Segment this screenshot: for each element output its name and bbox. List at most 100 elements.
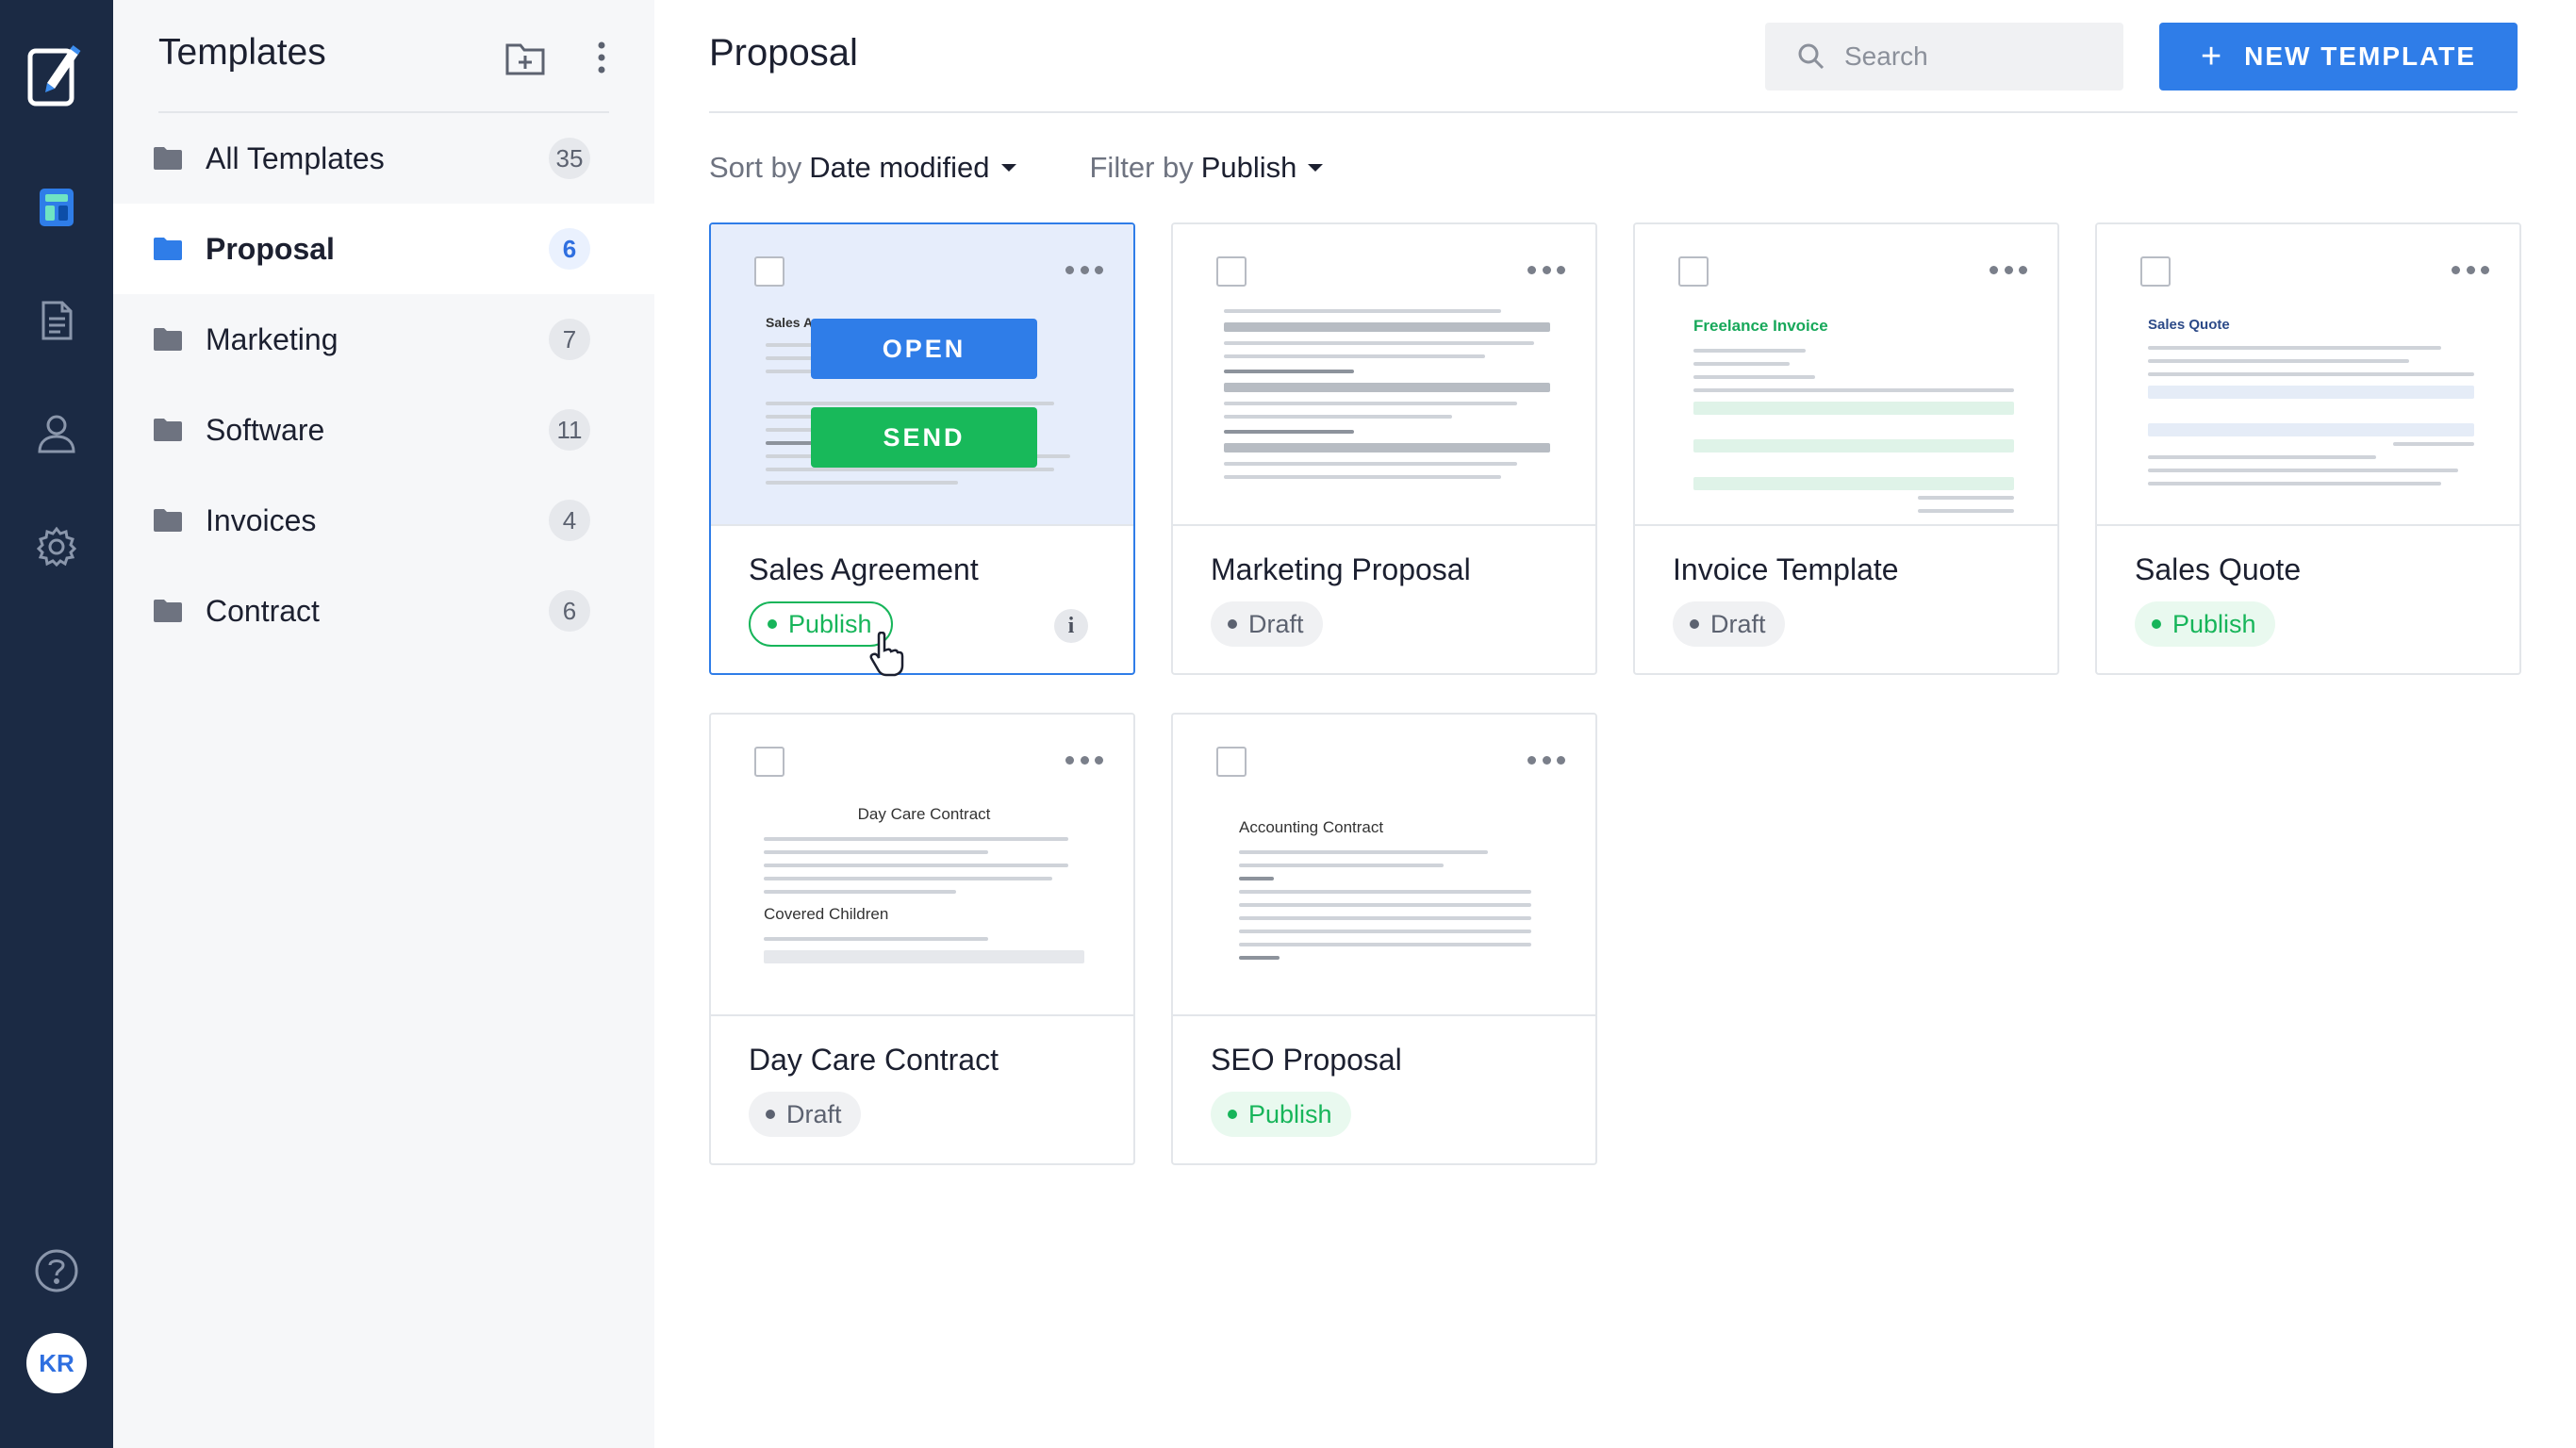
thumb-title: Sales Quote	[2148, 317, 2230, 333]
search-box[interactable]	[1765, 23, 2123, 90]
search-input[interactable]	[1844, 41, 2108, 72]
user-avatar[interactable]: KR	[26, 1333, 87, 1393]
template-thumbnail: Day Care Contract Covered Children	[711, 715, 1133, 1016]
folder-item-marketing[interactable]: Marketing 7	[113, 294, 654, 385]
folder-icon	[154, 419, 182, 441]
card-checkbox[interactable]	[754, 747, 784, 777]
status-badge[interactable]: Draft	[749, 1092, 861, 1137]
contacts-icon[interactable]	[28, 405, 85, 462]
template-card[interactable]: Day Care Contract Covered Children Day C…	[709, 713, 1135, 1165]
sort-dropdown[interactable]: Sort by Date modified	[709, 151, 1016, 185]
more-options-icon[interactable]	[1065, 756, 1103, 769]
caret-down-icon	[1308, 164, 1324, 172]
list-toolbar: Sort by Date modified Filter by Publish	[709, 151, 1396, 185]
status-dot	[766, 1110, 775, 1119]
folder-label: Invoices	[206, 502, 317, 537]
template-name: Sales Agreement	[749, 552, 979, 586]
status-label: Publish	[1248, 1099, 1332, 1128]
thumb-subtitle: Covered Children	[764, 905, 889, 923]
status-label: Draft	[1710, 609, 1766, 638]
folder-icon	[154, 509, 182, 532]
app-logo-icon[interactable]	[26, 38, 83, 113]
folder-label: Software	[206, 412, 325, 447]
status-dot	[2152, 619, 2161, 629]
folder-count: 11	[549, 409, 590, 451]
status-dot	[1228, 1110, 1237, 1119]
status-badge[interactable]: Draft	[1211, 601, 1323, 647]
template-name: Day Care Contract	[749, 1043, 999, 1077]
status-label: Publish	[2172, 609, 2256, 638]
template-name: Marketing Proposal	[1211, 552, 1471, 586]
template-thumbnail: Sales Quote	[2097, 224, 2519, 526]
status-badge[interactable]: Publish	[2135, 601, 2275, 647]
filter-dropdown[interactable]: Filter by Publish	[1090, 151, 1324, 185]
sort-prefix: Sort by	[709, 151, 802, 184]
more-options-icon[interactable]	[1527, 266, 1565, 279]
caret-down-icon	[1000, 164, 1016, 172]
status-dot	[1228, 619, 1237, 629]
add-folder-icon[interactable]	[504, 36, 547, 79]
folder-count: 4	[549, 500, 590, 541]
folder-item-invoices[interactable]: Invoices 4	[113, 475, 654, 566]
card-checkbox[interactable]	[2140, 256, 2171, 287]
folder-icon	[154, 600, 182, 622]
open-button[interactable]: OPEN	[811, 319, 1037, 379]
template-thumbnail: Freelance Invoice	[1635, 224, 2057, 526]
status-dot	[768, 619, 777, 629]
folder-label: All Templates	[206, 140, 385, 175]
folder-label: Contract	[206, 593, 320, 628]
template-card[interactable]: Freelance Invoice Invoice Template Draft	[1633, 222, 2059, 675]
status-label: Draft	[1248, 609, 1304, 638]
help-icon[interactable]	[28, 1242, 85, 1299]
new-template-button[interactable]: + NEW TEMPLATE	[2159, 23, 2518, 90]
template-thumbnail	[1173, 224, 1595, 526]
more-options-icon[interactable]	[1990, 266, 2027, 279]
card-checkbox[interactable]	[1216, 256, 1247, 287]
template-card[interactable]: Marketing Proposal Draft	[1171, 222, 1597, 675]
documents-icon[interactable]	[28, 292, 85, 349]
new-template-label: NEW TEMPLATE	[2244, 41, 2477, 71]
template-thumbnail: Sales A OPEN SEND	[711, 224, 1133, 526]
folder-label: Proposal	[206, 231, 335, 266]
card-checkbox[interactable]	[1678, 256, 1709, 287]
template-name: SEO Proposal	[1211, 1043, 1402, 1077]
more-options-icon[interactable]	[1527, 756, 1565, 769]
plus-icon: +	[2200, 36, 2224, 76]
folder-list: All Templates 35 Proposal 6 Marketing 7 …	[113, 113, 654, 656]
folder-item-contract[interactable]: Contract 6	[113, 566, 654, 656]
header-divider	[709, 111, 2518, 113]
sidebar-title: Templates	[158, 32, 326, 73]
folder-sidebar: Templates All Templates 35 Proposal 6 Ma…	[113, 0, 654, 1448]
folder-item-proposal[interactable]: Proposal 6	[113, 204, 654, 294]
template-card[interactable]: Sales A OPEN SEND Sales Agreement Publis…	[709, 222, 1135, 675]
thumb-title: Accounting Contract	[1239, 818, 1384, 836]
info-icon[interactable]: i	[1054, 609, 1088, 643]
card-checkbox[interactable]	[1216, 747, 1247, 777]
status-label: Publish	[788, 609, 872, 638]
card-checkbox[interactable]	[754, 256, 784, 287]
template-thumbnail: Accounting Contract	[1173, 715, 1595, 1016]
folder-count: 35	[549, 138, 590, 179]
template-card[interactable]: Sales Quote Sales Quote Publish	[2095, 222, 2521, 675]
search-icon	[1798, 43, 1825, 70]
status-badge[interactable]: Publish	[1211, 1092, 1351, 1137]
folder-count: 7	[549, 319, 590, 360]
template-name: Invoice Template	[1673, 552, 1899, 586]
sidebar-more-icon[interactable]	[585, 36, 619, 79]
send-button[interactable]: SEND	[811, 407, 1037, 468]
filter-value: Publish	[1200, 151, 1297, 184]
more-options-icon[interactable]	[1065, 266, 1103, 279]
settings-icon[interactable]	[28, 518, 85, 575]
templates-icon[interactable]	[28, 179, 85, 236]
status-badge[interactable]: Draft	[1673, 601, 1785, 647]
sort-value: Date modified	[809, 151, 990, 184]
thumb-title: Freelance Invoice	[1693, 317, 1828, 335]
folder-icon	[154, 238, 182, 260]
folder-item-software[interactable]: Software 11	[113, 385, 654, 475]
folder-icon	[154, 147, 182, 170]
template-name: Sales Quote	[2135, 552, 2302, 586]
template-card[interactable]: Accounting Contract SEO Proposal Publish	[1171, 713, 1597, 1165]
folder-item-all-templates[interactable]: All Templates 35	[113, 113, 654, 204]
app-rail: KR	[0, 0, 113, 1448]
more-options-icon[interactable]	[2452, 266, 2489, 279]
